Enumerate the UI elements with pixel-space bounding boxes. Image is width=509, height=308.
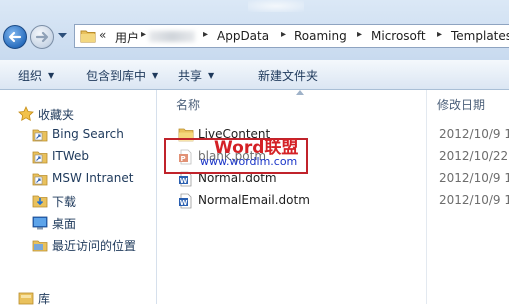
sidebar-item-bing-search[interactable]: Bing Search	[0, 125, 155, 145]
organize-button[interactable]: 组织 ▼	[18, 67, 54, 84]
favorites-header[interactable]: 收藏夹	[0, 104, 155, 124]
chevron-down-icon: ▼	[208, 71, 215, 80]
svg-text:W: W	[180, 177, 188, 185]
overflow-chevron-icon[interactable]: «	[99, 28, 106, 42]
back-button[interactable]	[3, 25, 27, 49]
breadcrumb-chevron-icon[interactable]: ▸	[141, 29, 146, 40]
libraries-label: 库	[38, 292, 51, 306]
navigation-pane: 收藏夹 Bing Search ITWeb MSW Intranet 下载 桌面…	[0, 90, 157, 306]
breadcrumb-chevron-icon[interactable]: ▸	[437, 29, 442, 40]
command-bar: 组织 ▼ 包含到库中 ▼ 共享 ▼ 新建文件夹	[0, 60, 509, 90]
breadcrumb-appdata[interactable]: AppData	[217, 29, 269, 43]
include-in-library-button[interactable]: 包含到库中 ▼	[86, 67, 158, 84]
address-path-box[interactable]: « 用户 ▸ ▸ AppData ▸ Roaming ▸ Microsoft ▸…	[74, 24, 509, 48]
recent-places-icon	[32, 240, 48, 252]
libraries-header[interactable]: 库	[0, 288, 155, 308]
sidebar-item-label: 最近访问的位置	[52, 239, 137, 253]
file-date: 2012/10/22	[439, 149, 509, 163]
shortcut-folder-icon	[32, 129, 48, 142]
chevron-down-icon: ▼	[48, 71, 55, 80]
column-header-name[interactable]: 名称	[176, 96, 200, 122]
sort-ascending-icon	[296, 90, 304, 95]
breadcrumb-chevron-icon[interactable]: ▸	[281, 29, 286, 40]
include-in-library-label: 包含到库中	[86, 69, 147, 83]
breadcrumb-chevron-icon[interactable]: ▸	[357, 29, 362, 40]
sidebar-item-recent-places[interactable]: 最近访问的位置	[0, 235, 155, 255]
forward-arrow-icon	[35, 31, 49, 43]
shortcut-folder-icon	[32, 151, 48, 164]
sidebar-item-label: 下载	[52, 195, 77, 209]
sidebar-item-label: ITWeb	[52, 149, 90, 163]
new-folder-button[interactable]: 新建文件夹	[258, 67, 318, 84]
breadcrumb-roaming[interactable]: Roaming	[294, 29, 347, 43]
sidebar-item-label: MSW Intranet	[52, 171, 134, 185]
column-header-date-modified[interactable]: 修改日期	[437, 96, 485, 122]
recent-pages-dropdown-icon[interactable]	[58, 33, 67, 39]
back-arrow-icon	[8, 31, 22, 43]
sidebar-item-msw-intranet[interactable]: MSW Intranet	[0, 169, 155, 189]
folder-icon	[80, 30, 96, 43]
watermark-url: www.wordlm.com	[200, 155, 298, 168]
favorites-label: 收藏夹	[38, 108, 75, 122]
address-bar-region: « 用户 ▸ ▸ AppData ▸ Roaming ▸ Microsoft ▸…	[0, 0, 509, 60]
breadcrumb-chevron-icon[interactable]: ▸	[203, 29, 208, 40]
file-date: 2012/10/9 1	[439, 193, 509, 207]
file-date: 2012/10/9 1	[439, 127, 509, 141]
sidebar-item-desktop[interactable]: 桌面	[0, 213, 155, 233]
breadcrumb-templates[interactable]: Templates	[451, 29, 509, 43]
star-icon	[18, 106, 34, 121]
breadcrumb-microsoft[interactable]: Microsoft	[371, 29, 426, 43]
downloads-folder-icon	[32, 195, 48, 208]
breadcrumb-users[interactable]: 用户	[115, 29, 139, 46]
share-label: 共享	[178, 69, 203, 83]
sidebar-item-downloads[interactable]: 下载	[0, 191, 155, 211]
word-template-icon: W	[179, 193, 192, 209]
sidebar-item-label: Bing Search	[52, 127, 124, 141]
sidebar-item-itweb[interactable]: ITWeb	[0, 147, 155, 167]
new-folder-label: 新建文件夹	[258, 69, 319, 83]
file-list: 名称 修改日期 LiveContent 2012/10/9 1 P blank.…	[158, 90, 509, 304]
file-row-normalemail-dotm[interactable]: W NormalEmail.dotm 2012/10/9 1	[158, 190, 509, 212]
sidebar-item-label: 桌面	[52, 217, 77, 231]
redacted-username	[149, 31, 195, 42]
chevron-down-icon: ▼	[152, 71, 159, 80]
share-button[interactable]: 共享 ▼	[178, 67, 214, 84]
file-date: 2012/10/9 1	[439, 171, 509, 185]
file-name: NormalEmail.dotm	[198, 193, 310, 207]
forward-button[interactable]	[30, 25, 54, 49]
svg-text:W: W	[180, 199, 188, 207]
organize-label: 组织	[18, 69, 43, 83]
tooltip-glow	[248, 0, 304, 12]
shortcut-folder-icon	[32, 173, 48, 186]
desktop-icon	[32, 216, 48, 230]
